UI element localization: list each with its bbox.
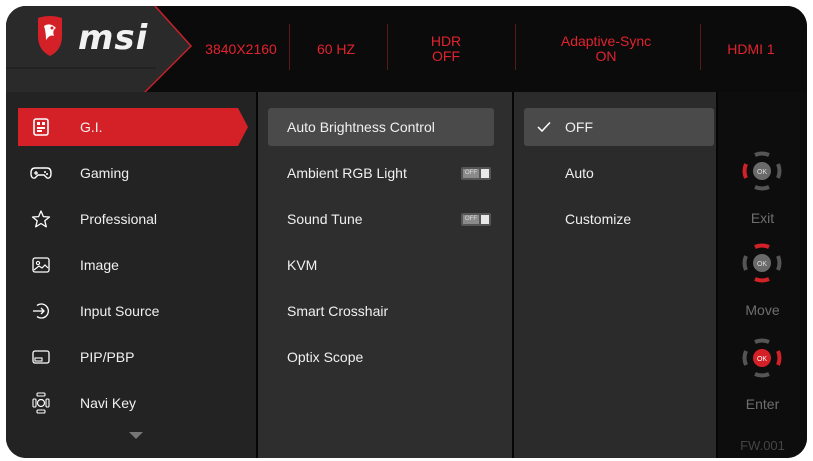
submenu-item-auto-brightness[interactable]: Auto Brightness Control [268, 108, 494, 146]
hint-exit-label: Exit [750, 210, 775, 226]
status-adaptive-sync: Adaptive-Sync ON [560, 33, 652, 64]
pip-icon [30, 346, 52, 368]
menu-item-label: Gaming [80, 165, 130, 181]
menu-item-label: Input Source [80, 303, 160, 319]
submenu-item-sound-tune[interactable]: Sound Tune OFF [268, 200, 494, 238]
hint-move-label: Move [745, 302, 780, 318]
chevron-down-icon[interactable] [129, 432, 143, 439]
submenu-item-optix-scope[interactable]: Optix Scope [268, 338, 494, 376]
divider [700, 24, 701, 70]
divider [289, 24, 290, 70]
brand-logo: msi [6, 6, 192, 92]
svg-text:OK: OK [757, 261, 767, 268]
option-customize[interactable]: Customize [524, 200, 714, 238]
gamepad-icon [30, 162, 52, 184]
active-indicator [238, 108, 248, 146]
sound-tune-toggle[interactable]: OFF [461, 213, 491, 226]
ambient-rgb-toggle[interactable]: OFF [461, 167, 491, 180]
menu-item-label: G.I. [80, 119, 103, 135]
option-list: OFF Auto Customize [514, 92, 716, 458]
menu-item-label: Image [80, 257, 119, 273]
logo-wordmark: msi [78, 18, 149, 58]
submenu-item-smart-crosshair[interactable]: Smart Crosshair [268, 292, 494, 330]
option-auto[interactable]: Auto [524, 154, 714, 192]
toggle-knob [481, 169, 489, 178]
joystick-icon [30, 392, 52, 414]
status-resolution: 3840X2160 [205, 40, 277, 57]
input-source-icon [30, 300, 52, 322]
svg-text:OK: OK [757, 169, 767, 176]
submenu-item-kvm[interactable]: KVM [268, 246, 494, 284]
status-refresh-rate: 60 HZ [316, 40, 356, 57]
menu-item-gi[interactable]: G.I. [18, 108, 248, 146]
toggle-knob [481, 215, 489, 224]
status-hdr: HDR OFF [430, 33, 462, 64]
option-off[interactable]: OFF [524, 108, 714, 146]
menu-item-navi-key[interactable]: Navi Key [18, 384, 238, 422]
menu-item-professional[interactable]: Professional [18, 200, 238, 238]
star-icon [30, 208, 52, 230]
menu-item-pip-pbp[interactable]: PIP/PBP [18, 338, 238, 376]
menu-item-label: Professional [80, 211, 158, 227]
gi-icon [30, 116, 52, 138]
osd-frame: msi 3840X2160 60 HZ HDR OFF Adaptive-Syn… [6, 6, 807, 458]
menu-item-input-source[interactable]: Input Source [18, 292, 238, 330]
status-bar: msi 3840X2160 60 HZ HDR OFF Adaptive-Syn… [6, 6, 807, 92]
menu-item-image[interactable]: Image [18, 246, 238, 284]
divider [387, 24, 388, 70]
main-menu: G.I. Gaming Professional Image Input Sou… [6, 92, 256, 458]
image-icon [30, 254, 52, 276]
checkmark-icon [537, 121, 553, 133]
hint-enter-label: Enter [745, 396, 780, 412]
svg-text:OK: OK [757, 356, 767, 363]
navigation-hints: OK Exit OK Move OK Enter FW.001 [718, 92, 807, 458]
menu-item-gaming[interactable]: Gaming [18, 154, 238, 192]
menu-item-label: PIP/PBP [80, 349, 135, 365]
joystick-exit-icon: OK [742, 151, 782, 191]
submenu-item-ambient-rgb[interactable]: Ambient RGB Light OFF [268, 154, 494, 192]
status-input: HDMI 1 [727, 40, 775, 57]
menu-item-label: Navi Key [80, 395, 137, 411]
divider [515, 24, 516, 70]
firmware-version: FW.001 [740, 438, 785, 453]
joystick-enter-icon: OK [742, 338, 782, 378]
submenu: Auto Brightness Control Ambient RGB Ligh… [258, 92, 512, 458]
joystick-move-icon: OK [742, 243, 782, 283]
